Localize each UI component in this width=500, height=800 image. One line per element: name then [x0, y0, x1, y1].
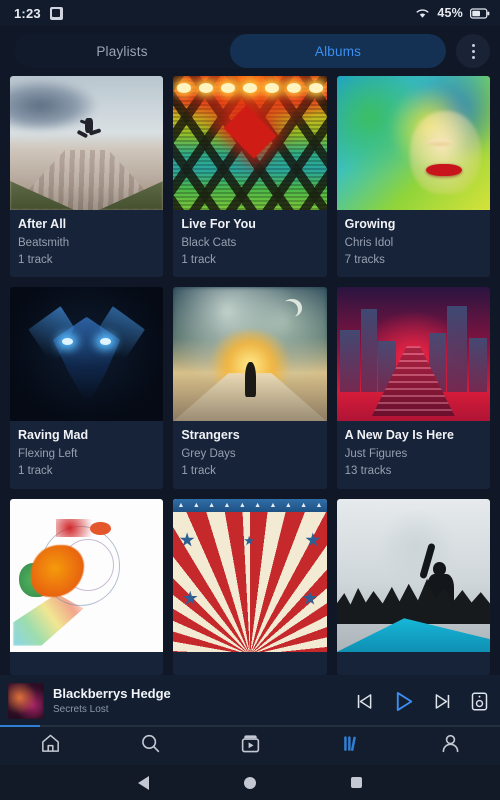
album-artist: Flexing Left: [18, 447, 78, 460]
album-artist: Beatsmith: [18, 236, 70, 249]
album-track-count: 1 track: [18, 465, 53, 478]
library-icon: [339, 732, 362, 760]
album-artist: Just Figures: [344, 447, 408, 460]
album-meta: Strangers Grey Days 1 track: [173, 421, 326, 488]
album-card[interactable]: Strangers Grey Days 1 track: [173, 287, 327, 489]
album-artwork: [336, 287, 490, 422]
nav-item-library[interactable]: [300, 727, 400, 765]
album-meta: A New Day Is Here Just Figures 13 tracks: [337, 421, 490, 488]
kebab-menu-icon: [471, 49, 475, 53]
skip-previous-icon[interactable]: [354, 691, 375, 712]
album-card[interactable]: Growing Chris Idol 7 tracks: [336, 76, 490, 278]
overflow-menu-button[interactable]: [456, 34, 490, 68]
album-track-count: 1 track: [18, 253, 53, 266]
now-playing-thumbnail[interactable]: [8, 683, 44, 719]
video-box-icon: [239, 732, 262, 760]
now-playing-bar[interactable]: Blackberrys Hedge Secrets Lost: [0, 675, 500, 727]
recents-square-icon[interactable]: [351, 777, 363, 788]
status-bar: 1:23 45%: [0, 0, 500, 26]
album-meta: Growing Chris Idol 7 tracks: [337, 210, 490, 277]
album-meta: [173, 652, 326, 675]
tab-switcher: Playlists Albums: [14, 34, 446, 68]
album-artist: Black Cats: [181, 236, 237, 249]
battery-percent-label: 45%: [437, 6, 463, 20]
screenshot-icon: [49, 6, 63, 20]
bottom-navigation-bar: [0, 727, 500, 765]
album-title: Strangers: [181, 428, 240, 443]
album-artist: Grey Days: [181, 447, 236, 460]
album-artwork: [173, 287, 327, 422]
back-triangle-icon[interactable]: [137, 775, 149, 790]
album-title: Growing: [344, 216, 396, 231]
status-bar-left: 1:23: [14, 6, 63, 21]
album-artwork: [336, 76, 490, 210]
album-title: After All: [18, 216, 67, 231]
album-artwork: [336, 498, 490, 652]
album-card[interactable]: A New Day Is Here Just Figures 13 tracks: [336, 287, 490, 489]
now-playing-text: Blackberrys Hedge Secrets Lost: [53, 686, 345, 716]
album-card[interactable]: Raving Mad Flexing Left 1 track: [10, 287, 164, 489]
nav-item-search[interactable]: [100, 727, 200, 765]
album-track-count: 7 tracks: [344, 253, 385, 266]
kebab-menu-icon: [471, 43, 475, 47]
album-card[interactable]: ▲ ▲ ▲ ▲ ▲ ▲ ▲ ▲ ▲ ▲: [173, 498, 327, 675]
tab-playlists[interactable]: Playlists: [14, 34, 230, 68]
wifi-icon: [415, 7, 430, 19]
album-meta: After All Beatsmith 1 track: [10, 210, 163, 277]
audio-output-icon[interactable]: [469, 691, 490, 712]
album-card[interactable]: Live For You Black Cats 1 track: [173, 76, 327, 278]
playback-controls: [354, 689, 490, 714]
album-meta: Raving Mad Flexing Left 1 track: [10, 421, 163, 488]
home-icon: [39, 732, 62, 760]
album-meta: [10, 652, 163, 675]
status-bar-time: 1:23: [14, 5, 41, 21]
album-meta: [337, 652, 490, 675]
person-icon: [439, 732, 462, 760]
now-playing-artist: Secrets Lost: [53, 703, 109, 715]
skip-next-icon[interactable]: [432, 691, 453, 712]
album-artwork: ▲ ▲ ▲ ▲ ▲ ▲ ▲ ▲ ▲ ▲: [173, 498, 327, 652]
now-playing-title: Blackberrys Hedge: [53, 686, 171, 702]
album-artwork: [10, 498, 164, 652]
album-title: A New Day Is Here: [344, 428, 454, 443]
album-title: Raving Mad: [18, 428, 89, 443]
tab-bar: Playlists Albums: [0, 26, 500, 76]
tab-albums[interactable]: Albums: [230, 34, 446, 68]
kebab-menu-icon: [471, 55, 475, 59]
albums-grid[interactable]: After All Beatsmith 1 track Live For You…: [0, 76, 500, 675]
album-artwork: [10, 287, 164, 422]
music-app-screen: 1:23 45% Playlists Albums After All Beat…: [0, 0, 500, 800]
album-meta: Live For You Black Cats 1 track: [173, 210, 326, 277]
nav-item-profile[interactable]: [400, 727, 500, 765]
album-artwork: [173, 76, 327, 210]
album-track-count: 13 tracks: [344, 465, 392, 478]
nav-item-videos[interactable]: [200, 727, 300, 765]
home-circle-icon[interactable]: [243, 776, 256, 789]
status-bar-right: 45%: [415, 6, 490, 20]
nav-item-home[interactable]: [0, 727, 100, 765]
album-title: Live For You: [181, 216, 256, 231]
album-artwork: [10, 76, 164, 210]
system-navigation-bar: [0, 765, 500, 800]
search-icon: [139, 732, 162, 760]
album-track-count: 1 track: [181, 465, 216, 478]
album-track-count: 1 track: [181, 253, 216, 266]
album-card[interactable]: [10, 498, 164, 675]
album-card[interactable]: After All Beatsmith 1 track: [10, 76, 164, 278]
battery-icon: [470, 7, 490, 19]
album-artist: Chris Idol: [344, 236, 394, 249]
album-card[interactable]: [336, 498, 490, 675]
play-icon[interactable]: [391, 689, 416, 714]
